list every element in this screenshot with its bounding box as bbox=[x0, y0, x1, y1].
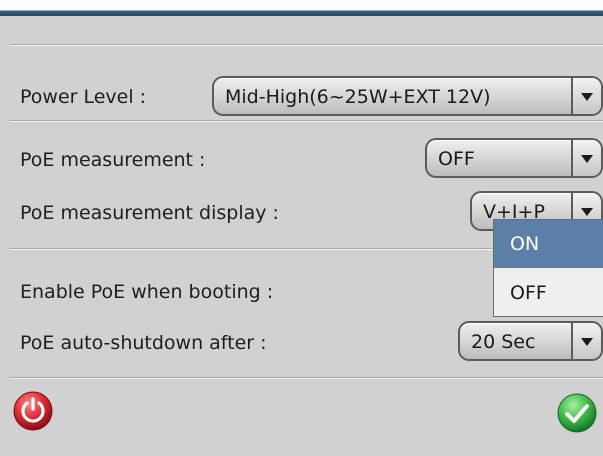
power-level-select[interactable]: Mid-High(6~25W+EXT 12V) bbox=[212, 76, 603, 116]
dropdown-option-off[interactable]: OFF bbox=[494, 269, 603, 317]
poe-measurement-dropdown-button[interactable] bbox=[571, 140, 601, 176]
power-level-dropdown-button[interactable] bbox=[571, 78, 601, 114]
power-level-label: Power Level : bbox=[20, 86, 147, 108]
chevron-down-icon bbox=[581, 338, 593, 346]
enable-poe-booting-label: Enable PoE when booting : bbox=[20, 281, 274, 303]
chevron-down-icon bbox=[581, 93, 593, 101]
poe-auto-shutdown-select[interactable]: 20 Sec bbox=[458, 321, 603, 361]
poe-measurement-display-dropdown-list: ON OFF bbox=[493, 219, 603, 317]
poe-measurement-display-label: PoE measurement display : bbox=[20, 202, 279, 224]
poe-measurement-label: PoE measurement : bbox=[20, 149, 206, 171]
poe-auto-shutdown-value: 20 Sec bbox=[471, 331, 536, 353]
checkmark-icon bbox=[557, 393, 597, 433]
divider bbox=[10, 120, 603, 122]
divider bbox=[10, 44, 603, 46]
poe-auto-shutdown-dropdown-button[interactable] bbox=[571, 323, 601, 359]
reset-button[interactable] bbox=[12, 390, 54, 432]
divider bbox=[10, 377, 603, 379]
chevron-down-icon bbox=[581, 208, 593, 216]
chevron-down-icon bbox=[581, 155, 593, 163]
window-title-bar bbox=[0, 0, 603, 16]
confirm-button[interactable] bbox=[556, 392, 598, 434]
power-level-value: Mid-High(6~25W+EXT 12V) bbox=[225, 86, 491, 108]
poe-auto-shutdown-label: PoE auto-shutdown after : bbox=[20, 332, 267, 354]
dropdown-option-on[interactable]: ON bbox=[494, 220, 603, 268]
power-reset-icon bbox=[13, 391, 53, 431]
poe-measurement-select[interactable]: OFF bbox=[425, 138, 603, 178]
poe-measurement-value: OFF bbox=[438, 148, 475, 170]
